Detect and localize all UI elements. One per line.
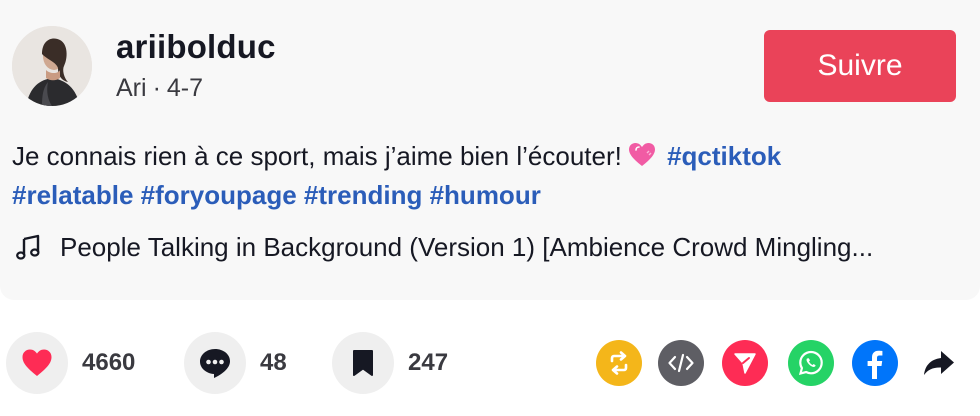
share-more-button[interactable]: [916, 340, 962, 386]
save-count: 247: [408, 349, 449, 376]
comment-bubble-icon: [200, 349, 230, 378]
repost-button[interactable]: [596, 340, 642, 386]
comment-count: 48: [260, 349, 287, 376]
post-info-card: ariibolduc Ari · 4-7 Suivre Je connais rie…: [0, 0, 980, 300]
bookmark-icon: [353, 350, 373, 376]
send-to-friends-button[interactable]: [722, 340, 768, 386]
description-text: Je connais rien à ce sport, mais j’aime …: [12, 141, 622, 171]
hashtag-trending[interactable]: #trending: [304, 180, 422, 210]
follow-button[interactable]: Suivre: [764, 30, 956, 102]
avatar-photo: [12, 26, 92, 106]
save-action[interactable]: 247: [332, 330, 448, 396]
author-username[interactable]: ariibolduc: [116, 28, 276, 66]
facebook-icon: [867, 350, 883, 379]
share-arrow-icon: [924, 351, 954, 375]
comment-action[interactable]: 48: [184, 330, 287, 396]
author-avatar[interactable]: [12, 26, 92, 106]
author-subline: Ari · 4-7: [116, 74, 203, 103]
comment-button[interactable]: [184, 332, 246, 394]
hashtag-relatable[interactable]: #relatable: [12, 180, 133, 210]
like-button[interactable]: [6, 332, 68, 394]
hashtag-foryoupage[interactable]: #foryoupage: [141, 180, 297, 210]
whatsapp-button[interactable]: [788, 340, 834, 386]
heart-icon: [22, 349, 52, 376]
hashtag-humour[interactable]: #humour: [430, 180, 541, 210]
music-title: People Talking in Background (Version 1)…: [60, 231, 874, 262]
hashtag-qctiktok[interactable]: #qctiktok: [667, 141, 781, 171]
like-action[interactable]: 4660: [6, 330, 135, 396]
action-bar: 4660 48 247: [0, 330, 980, 396]
repost-icon: [610, 351, 628, 375]
music-link[interactable]: People Talking in Background (Version 1)…: [14, 230, 964, 264]
author-display-name: Ari: [116, 74, 147, 102]
facebook-button[interactable]: [852, 340, 898, 386]
like-count: 4660: [82, 349, 136, 376]
post-date: 4-7: [166, 74, 204, 102]
pink-heart-icon: [628, 141, 656, 177]
embed-code-icon: [668, 353, 694, 373]
embed-button[interactable]: [658, 340, 704, 386]
send-to-friends-icon: [734, 353, 756, 374]
save-button[interactable]: [332, 332, 394, 394]
subline-separator: ·: [152, 74, 161, 102]
whatsapp-icon: [798, 350, 823, 376]
post-description: Je connais rien à ce sport, mais j’aime …: [12, 138, 962, 213]
music-note-icon: [14, 233, 42, 261]
